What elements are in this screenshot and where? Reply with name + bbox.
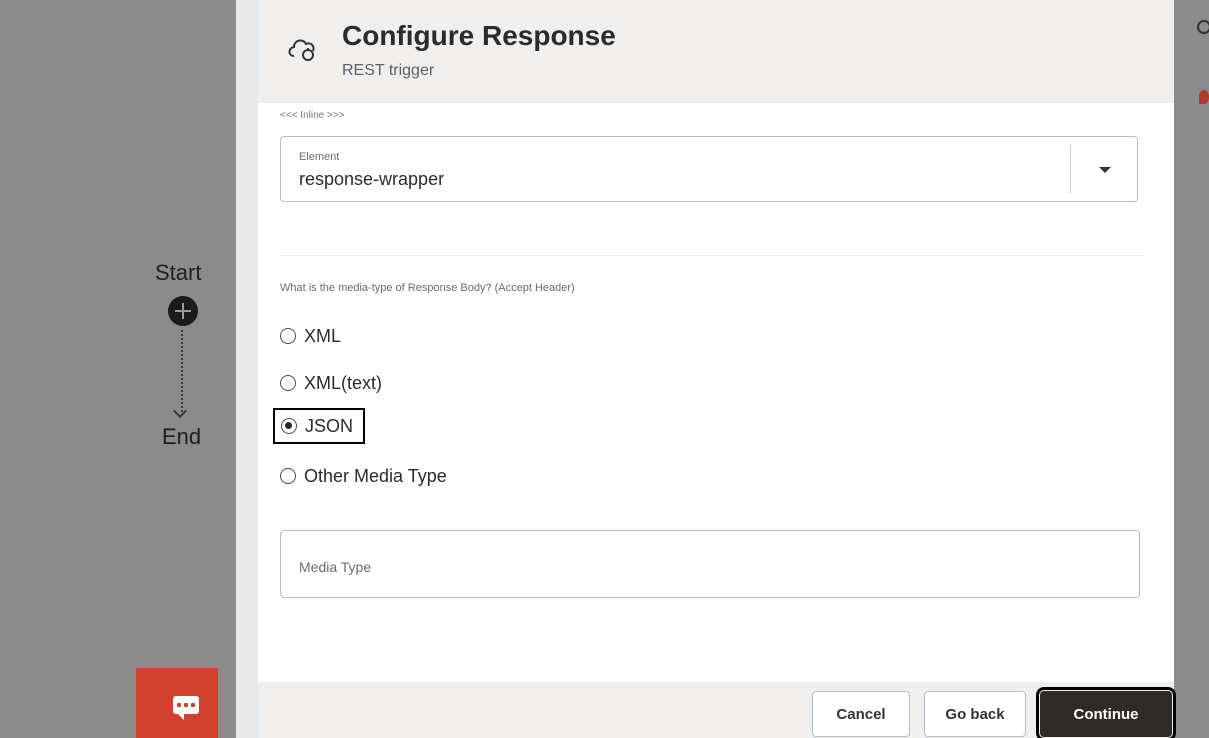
flow-connector bbox=[181, 330, 183, 412]
inline-note: <<< Inline >>> bbox=[280, 110, 345, 121]
right-rail bbox=[1174, 0, 1209, 738]
pin-icon[interactable] bbox=[1199, 90, 1209, 104]
section-divider bbox=[280, 255, 1144, 256]
chat-icon bbox=[173, 696, 199, 720]
dialog-header: Configure Response REST trigger bbox=[258, 0, 1174, 103]
media-type-placeholder: Media Type bbox=[299, 559, 372, 575]
radio-label: JSON bbox=[305, 415, 354, 436]
radio-label: XML(text) bbox=[304, 372, 383, 393]
radio-xml[interactable]: XML bbox=[280, 322, 341, 350]
element-select[interactable]: Element response-wrapper bbox=[280, 136, 1138, 202]
dialog-subtitle: REST trigger bbox=[342, 62, 435, 79]
start-label: Start bbox=[155, 260, 202, 285]
radio-checked-icon[interactable] bbox=[281, 418, 297, 434]
flow-arrow-icon bbox=[172, 403, 188, 419]
continue-button[interactable]: Continue bbox=[1036, 687, 1176, 738]
radio-circle-icon[interactable] bbox=[280, 375, 296, 391]
cancel-button[interactable]: Cancel bbox=[812, 691, 910, 737]
integration-canvas: Start End bbox=[0, 0, 236, 738]
add-node-icon[interactable] bbox=[168, 296, 198, 326]
configure-response-dialog: Configure Response REST trigger <<< Inli… bbox=[258, 0, 1174, 738]
radio-xml-text[interactable]: XML(text) bbox=[280, 369, 382, 397]
dialog-title: Configure Response bbox=[342, 20, 616, 51]
media-type-input[interactable]: Media Type bbox=[280, 530, 1140, 598]
radio-label: XML bbox=[304, 325, 342, 346]
element-field-label: Element bbox=[299, 151, 340, 163]
radio-circle-icon[interactable] bbox=[280, 468, 296, 484]
go-back-button[interactable]: Go back bbox=[924, 691, 1026, 737]
close-circle-icon[interactable] bbox=[1197, 20, 1209, 34]
radio-label: Other Media Type bbox=[304, 465, 447, 486]
chevron-down-icon[interactable] bbox=[1099, 167, 1111, 173]
end-label: End bbox=[162, 424, 202, 449]
radio-circle-icon[interactable] bbox=[280, 328, 296, 344]
panel-left-edge bbox=[236, 0, 258, 738]
field-divider bbox=[1070, 145, 1071, 193]
element-field-value: response-wrapper bbox=[299, 169, 445, 189]
media-type-question: What is the media-type of Response Body?… bbox=[280, 282, 575, 294]
dialog-footer bbox=[258, 682, 1174, 738]
cloud-trigger-icon bbox=[288, 39, 315, 61]
radio-other-media-type[interactable]: Other Media Type bbox=[280, 462, 447, 490]
radio-json[interactable]: JSON bbox=[272, 408, 366, 444]
